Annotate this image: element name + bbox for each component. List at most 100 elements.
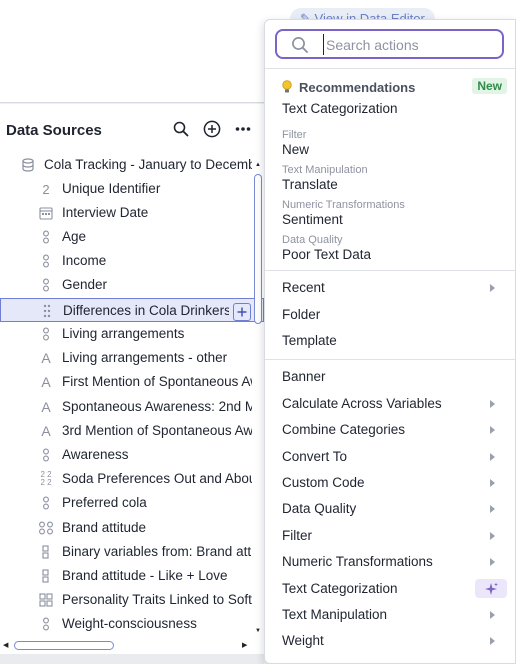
recommendation-item[interactable]: Text Categorization	[282, 101, 502, 117]
chevron-right-icon	[490, 558, 495, 566]
recommendation-item[interactable]: Data Quality Poor Text Data	[282, 234, 502, 263]
menu-item-convert-to[interactable]: Convert To	[265, 444, 515, 470]
tree-item-label: Personality Traits Linked to Soft Drinks	[62, 592, 252, 607]
menu-item-label: Filter	[282, 528, 312, 543]
more-options-icon[interactable]	[233, 119, 253, 139]
vertical-scrollbar[interactable]: ▲ ▼	[252, 162, 264, 634]
horizontal-scroll-thumb[interactable]	[14, 641, 114, 650]
recommendation-item[interactable]: Numeric Transformations Sentiment	[282, 199, 502, 228]
tree-item[interactable]: Age	[0, 225, 264, 249]
database-icon	[20, 157, 36, 173]
tree-item[interactable]: 2 Unique Identifier	[0, 177, 264, 201]
categorical-multi-icon	[38, 520, 54, 536]
tree-item[interactable]: A 3rd Mention of Spontaneous Awareness	[0, 419, 264, 443]
categorical-icon	[38, 447, 54, 463]
tree-item-label: Brand attitude - Like + Love	[62, 568, 228, 583]
bottom-strip	[0, 654, 264, 664]
drag-handle-icon[interactable]	[39, 303, 55, 319]
menu-item-calculate-across-variables[interactable]: Calculate Across Variables	[265, 391, 515, 417]
grid-icon	[38, 592, 54, 608]
chevron-right-icon	[490, 505, 495, 513]
text-icon: A	[41, 374, 51, 390]
menu-item-label: Data Quality	[282, 501, 357, 516]
scroll-up-icon[interactable]: ▲	[255, 162, 261, 168]
search-icon[interactable]	[171, 119, 191, 139]
tree-item-label: Gender	[62, 277, 108, 292]
tree-item[interactable]: Interview Date	[0, 201, 264, 225]
recommendation-name: Sentiment	[282, 212, 343, 227]
data-sources-title: Data Sources	[6, 122, 102, 139]
vertical-scroll-thumb[interactable]	[254, 174, 262, 324]
tree-item-label: Weight-consciousness	[62, 616, 197, 631]
search-actions-input[interactable]	[323, 34, 493, 55]
menu-item-data-quality[interactable]: Data Quality	[265, 496, 515, 522]
tree-item[interactable]: Living arrangements	[0, 322, 264, 346]
scroll-left-icon[interactable]: ◀	[3, 641, 8, 649]
tree-item[interactable]: Awareness	[0, 443, 264, 467]
menu-item-label: Template	[282, 333, 337, 348]
ai-sparkle-badge	[475, 579, 507, 598]
menu-item-template[interactable]: Template	[265, 328, 515, 354]
menu-item-folder[interactable]: Folder	[265, 302, 515, 328]
tree-item[interactable]: Binary variables from: Brand attitude	[0, 540, 264, 564]
recommendation-category: Data Quality	[282, 234, 343, 246]
tree-item-label: Age	[62, 229, 87, 244]
sparkle-icon	[485, 582, 498, 595]
menu-item-custom-code[interactable]: Custom Code	[265, 470, 515, 496]
tree-item-label: Brand attitude	[62, 520, 147, 535]
menu-item-text-categorization[interactable]: Text Categorization	[265, 576, 515, 602]
add-circle-icon[interactable]	[202, 119, 222, 139]
divider	[265, 270, 515, 271]
scroll-down-icon[interactable]: ▼	[255, 628, 261, 634]
lightbulb-icon	[282, 80, 292, 93]
menu-item-label: Text Categorization	[282, 581, 398, 596]
tree-item[interactable]: 2 22 2 Soda Preferences Out and About	[0, 467, 264, 491]
recommendation-category: Filter	[282, 129, 307, 141]
horizontal-scrollbar[interactable]: ◀ ▶	[0, 638, 252, 652]
menu-item-numeric-transformations[interactable]: Numeric Transformations	[265, 549, 515, 575]
tree-item-label: Income	[62, 253, 107, 268]
recommendation-item[interactable]: Filter New	[282, 129, 502, 158]
search-actions-box[interactable]	[275, 29, 504, 59]
tree-item[interactable]: A Living arrangements - other	[0, 346, 264, 370]
numeric-icon: 2	[42, 181, 50, 197]
menu-item-recent[interactable]: Recent	[265, 275, 515, 301]
add-action-button[interactable]	[233, 303, 251, 321]
menu-item-weight[interactable]: Weight	[265, 628, 515, 654]
tree-item[interactable]: Weight-consciousness	[0, 612, 264, 636]
categorical-icon	[38, 277, 54, 293]
recommendation-category: Text Manipulation	[282, 164, 368, 176]
tree-item[interactable]: Brand attitude - Like + Love	[0, 564, 264, 588]
tree-item[interactable]: A First Mention of Spontaneous Awareness	[0, 370, 264, 394]
menu-item-combine-categories[interactable]: Combine Categories	[265, 417, 515, 443]
tree-item-label: Interview Date	[62, 205, 149, 220]
categorical-icon	[38, 326, 54, 342]
scroll-right-icon[interactable]: ▶	[242, 641, 247, 649]
menu-item-label: Folder	[282, 307, 321, 322]
tree-item[interactable]: Brand attitude	[0, 516, 264, 540]
tree-item[interactable]: Income	[0, 249, 264, 273]
menu-item-label: Convert To	[282, 449, 348, 464]
recommendation-item[interactable]: Text Manipulation Translate	[282, 164, 502, 193]
tree-item[interactable]: Preferred cola	[0, 491, 264, 515]
tree-item[interactable]: A Spontaneous Awareness: 2nd Mention	[0, 395, 264, 419]
menu-item-label: Custom Code	[282, 475, 365, 490]
text-icon: A	[41, 399, 51, 415]
menu-item-filter[interactable]: Filter	[265, 523, 515, 549]
text-icon: A	[41, 350, 51, 366]
binary-icon	[38, 544, 54, 560]
chevron-right-icon	[490, 453, 495, 461]
tree-item-label: Spontaneous Awareness: 2nd Mention	[62, 399, 252, 414]
menu-item-banner[interactable]: Banner	[265, 364, 515, 390]
tree-root-dataset[interactable]: Cola Tracking - January to December	[0, 153, 264, 177]
menu-item-label: Calculate Across Variables	[282, 396, 442, 411]
recommendations-title: Recommendations	[299, 79, 416, 95]
tree-item-selected[interactable]: Differences in Cola Drinkers	[0, 298, 264, 322]
menu-item-text-manipulation[interactable]: Text Manipulation	[265, 602, 515, 628]
tree-item-label: First Mention of Spontaneous Awareness	[62, 374, 252, 389]
tree-item[interactable]: Gender	[0, 273, 264, 297]
tree-item[interactable]: Personality Traits Linked to Soft Drinks	[0, 588, 264, 612]
menu-item-label: Weight	[282, 633, 324, 648]
text-icon: A	[41, 423, 51, 439]
chevron-right-icon	[490, 400, 495, 408]
